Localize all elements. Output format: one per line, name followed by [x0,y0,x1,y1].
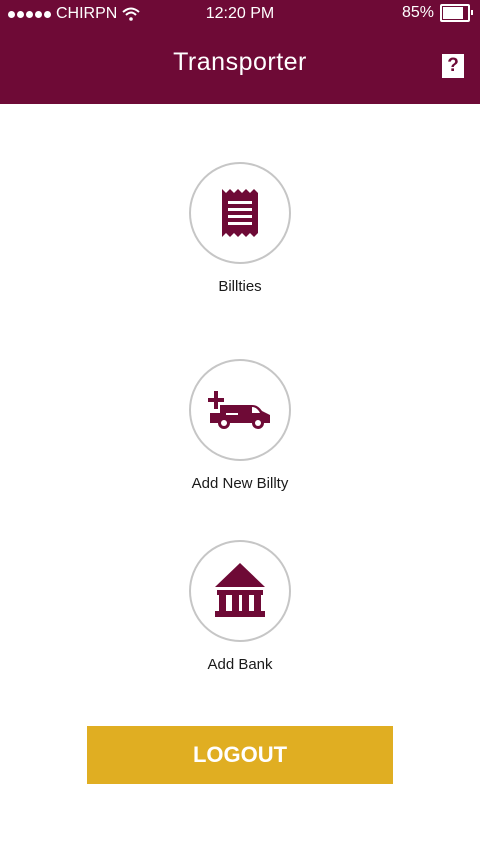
battery-fill [443,7,464,19]
add-bank-label: Add Bank [207,656,273,673]
receipt-icon [222,189,258,237]
battery-icon [440,4,473,22]
bank-icon [215,563,265,617]
billties-button[interactable]: Billties [140,162,340,295]
billties-label: Billties [218,278,262,295]
add-bank-icon-circle [189,540,291,642]
logout-button[interactable]: LOGOUT [87,726,393,784]
add-truck-icon [208,391,270,429]
battery-percent: 85% [401,4,434,21]
app-header: CHIRPN 12:20 PM 85% Transporter ? [0,0,480,104]
add-new-billty-label: Add New Billty [191,475,289,492]
status-bar: CHIRPN 12:20 PM 85% [0,0,480,28]
billties-icon-circle [189,162,291,264]
page-title: Transporter [173,48,307,76]
add-billty-icon-circle [189,359,291,461]
add-bank-button[interactable]: Add Bank [140,540,340,673]
help-icon[interactable]: ? [442,54,464,78]
add-new-billty-button[interactable]: Add New Billty [140,359,340,492]
status-right: 85% [401,4,473,22]
